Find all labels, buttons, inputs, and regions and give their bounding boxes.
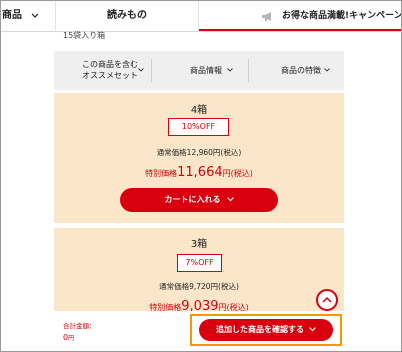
total-amount-label: 合計金額： [63, 322, 96, 330]
regular-price: 通常価格12,960円(税込) [156, 148, 242, 157]
product-contents-label: 15袋入り箱 [63, 31, 106, 40]
add-to-cart-label: カートに入れる [164, 195, 221, 204]
tab-label: 商品情報 [190, 66, 222, 75]
special-price-unit: 円(税込) [222, 169, 253, 178]
total-amount-unit: 円 [68, 335, 75, 342]
confirm-button-label: 追加した商品を確認する [216, 325, 304, 334]
special-price-label: 特別価格 [145, 169, 178, 178]
regular-price: 通常価格9,720円(税込) [159, 282, 239, 291]
tab-product-features[interactable]: 商品の特徴 [249, 51, 344, 90]
nav-category-label: 商品 [2, 10, 22, 21]
special-price: 特別価格11,664円(税込) [54, 161, 344, 180]
nav-reading-link[interactable]: 読みもの [56, 1, 198, 31]
chevron-down-icon [309, 327, 316, 332]
nav-active-indicator [199, 29, 401, 31]
page-frame: 商品 読みもの お得な商品満載!キャンペーン 15袋入り箱 この商品を含む オス… [0, 0, 402, 352]
set-title: 3箱 [190, 239, 208, 250]
product-tabs: この商品を含む オススメセット 商品情報 商品の特徴 [54, 51, 344, 90]
order-summary-bar: 合計金額： 0円 追加した商品を確認する [1, 311, 401, 351]
add-to-cart-button[interactable]: カートに入れる [120, 188, 278, 212]
nav-reading-label: 読みもの [107, 10, 147, 21]
tab-recommended-sets[interactable]: この商品を含む オススメセット [54, 51, 150, 90]
tab-label: 商品の特徴 [281, 66, 321, 75]
confirm-added-items-button[interactable]: 追加した商品を確認する [199, 319, 333, 341]
discount-badge: 7%OFF [177, 254, 222, 272]
nav-campaign-link[interactable]: お得な商品満載!キャンペーン [199, 1, 401, 31]
special-price-value: 11,664 [177, 165, 223, 180]
tab-product-info[interactable]: 商品情報 [152, 51, 248, 90]
nav-campaign-label: お得な商品満載!キャンペーン [282, 11, 402, 21]
scroll-to-top-button[interactable] [316, 289, 338, 311]
total-amount: 0円 [63, 333, 74, 342]
tab-label-line1: この商品を含む [82, 60, 138, 69]
tab-label-line2: オススメセット [82, 71, 138, 80]
nav-category-menu[interactable]: 商品 [1, 1, 22, 31]
chevron-down-icon [227, 68, 233, 72]
set-title: 4箱 [190, 105, 208, 116]
top-navigation: 商品 読みもの お得な商品満載!キャンペーン [1, 1, 401, 32]
megaphone-icon [262, 12, 271, 21]
chevron-up-icon [322, 296, 332, 303]
chevron-down-icon [324, 68, 330, 72]
set-card: 4箱 10%OFF 通常価格12,960円(税込) 特別価格11,664円(税込… [54, 93, 344, 223]
chevron-down-icon [226, 197, 234, 202]
chevron-down-icon[interactable] [30, 1, 40, 31]
discount-badge: 10%OFF [168, 118, 229, 136]
chevron-down-icon [138, 68, 144, 72]
